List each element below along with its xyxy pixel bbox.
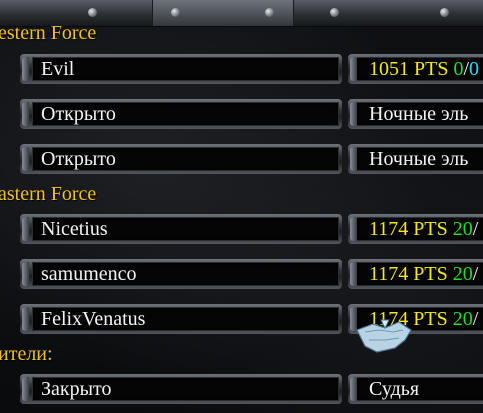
player-slot[interactable]: Nicetius	[20, 214, 342, 244]
observer-role-select[interactable]: Судья	[348, 374, 483, 404]
player-points: 1174 PTS	[369, 218, 448, 240]
stats-separator: /	[472, 263, 479, 285]
player-name: Nicetius	[32, 217, 339, 241]
team-header-eastern-force: astern Force	[0, 183, 97, 205]
player-slot[interactable]: samumenco	[20, 259, 342, 289]
player-points: 1051 PTS	[369, 58, 449, 80]
team-header-western-force: estern Force	[0, 22, 97, 44]
race-select-value: Ночные эль	[356, 102, 483, 126]
player-slot-closed[interactable]: Закрыто	[20, 374, 342, 404]
stats-separator: /	[472, 218, 479, 240]
slot-status-open: Открыто	[32, 102, 339, 126]
player-points: 1174 PTS	[369, 263, 448, 285]
race-select-value: Ночные эль	[356, 147, 483, 171]
player-stats-slot: 1174 PTS 20/	[348, 259, 483, 289]
player-name: Evil	[32, 57, 339, 81]
player-slot[interactable]: Evil	[20, 54, 342, 84]
player-wins: 20	[452, 308, 473, 330]
rivet-icon	[88, 8, 97, 17]
player-slot[interactable]: FelixVenatus	[20, 304, 342, 334]
player-slot-open[interactable]: Открыто	[20, 99, 342, 129]
player-wins: 20	[452, 263, 473, 285]
gauntlet-cursor-icon	[356, 319, 412, 353]
player-slot-open[interactable]: Открыто	[20, 144, 342, 174]
slot-status-open: Открыто	[32, 147, 339, 171]
player-losses: 0	[469, 58, 480, 80]
rivet-icon	[265, 8, 274, 17]
race-select[interactable]: Ночные эль	[348, 144, 483, 174]
player-stats-slot: 1174 PTS 20/	[348, 214, 483, 244]
player-name: FelixVenatus	[32, 307, 339, 331]
player-wins: 20	[452, 218, 473, 240]
team-header-observers: ители:	[0, 343, 53, 365]
rivet-icon	[440, 8, 449, 17]
slot-status-closed: Закрыто	[32, 377, 339, 401]
player-wins: 0	[453, 58, 464, 80]
player-stats-slot: 1051 PTS 0/0	[348, 54, 483, 84]
observer-role-value: Судья	[356, 377, 483, 401]
rivet-icon	[330, 8, 339, 17]
stats-separator: /	[472, 308, 479, 330]
player-name: samumenco	[32, 262, 339, 286]
ornament-plate	[152, 0, 294, 26]
rivet-icon	[171, 8, 180, 17]
race-select[interactable]: Ночные эль	[348, 99, 483, 129]
